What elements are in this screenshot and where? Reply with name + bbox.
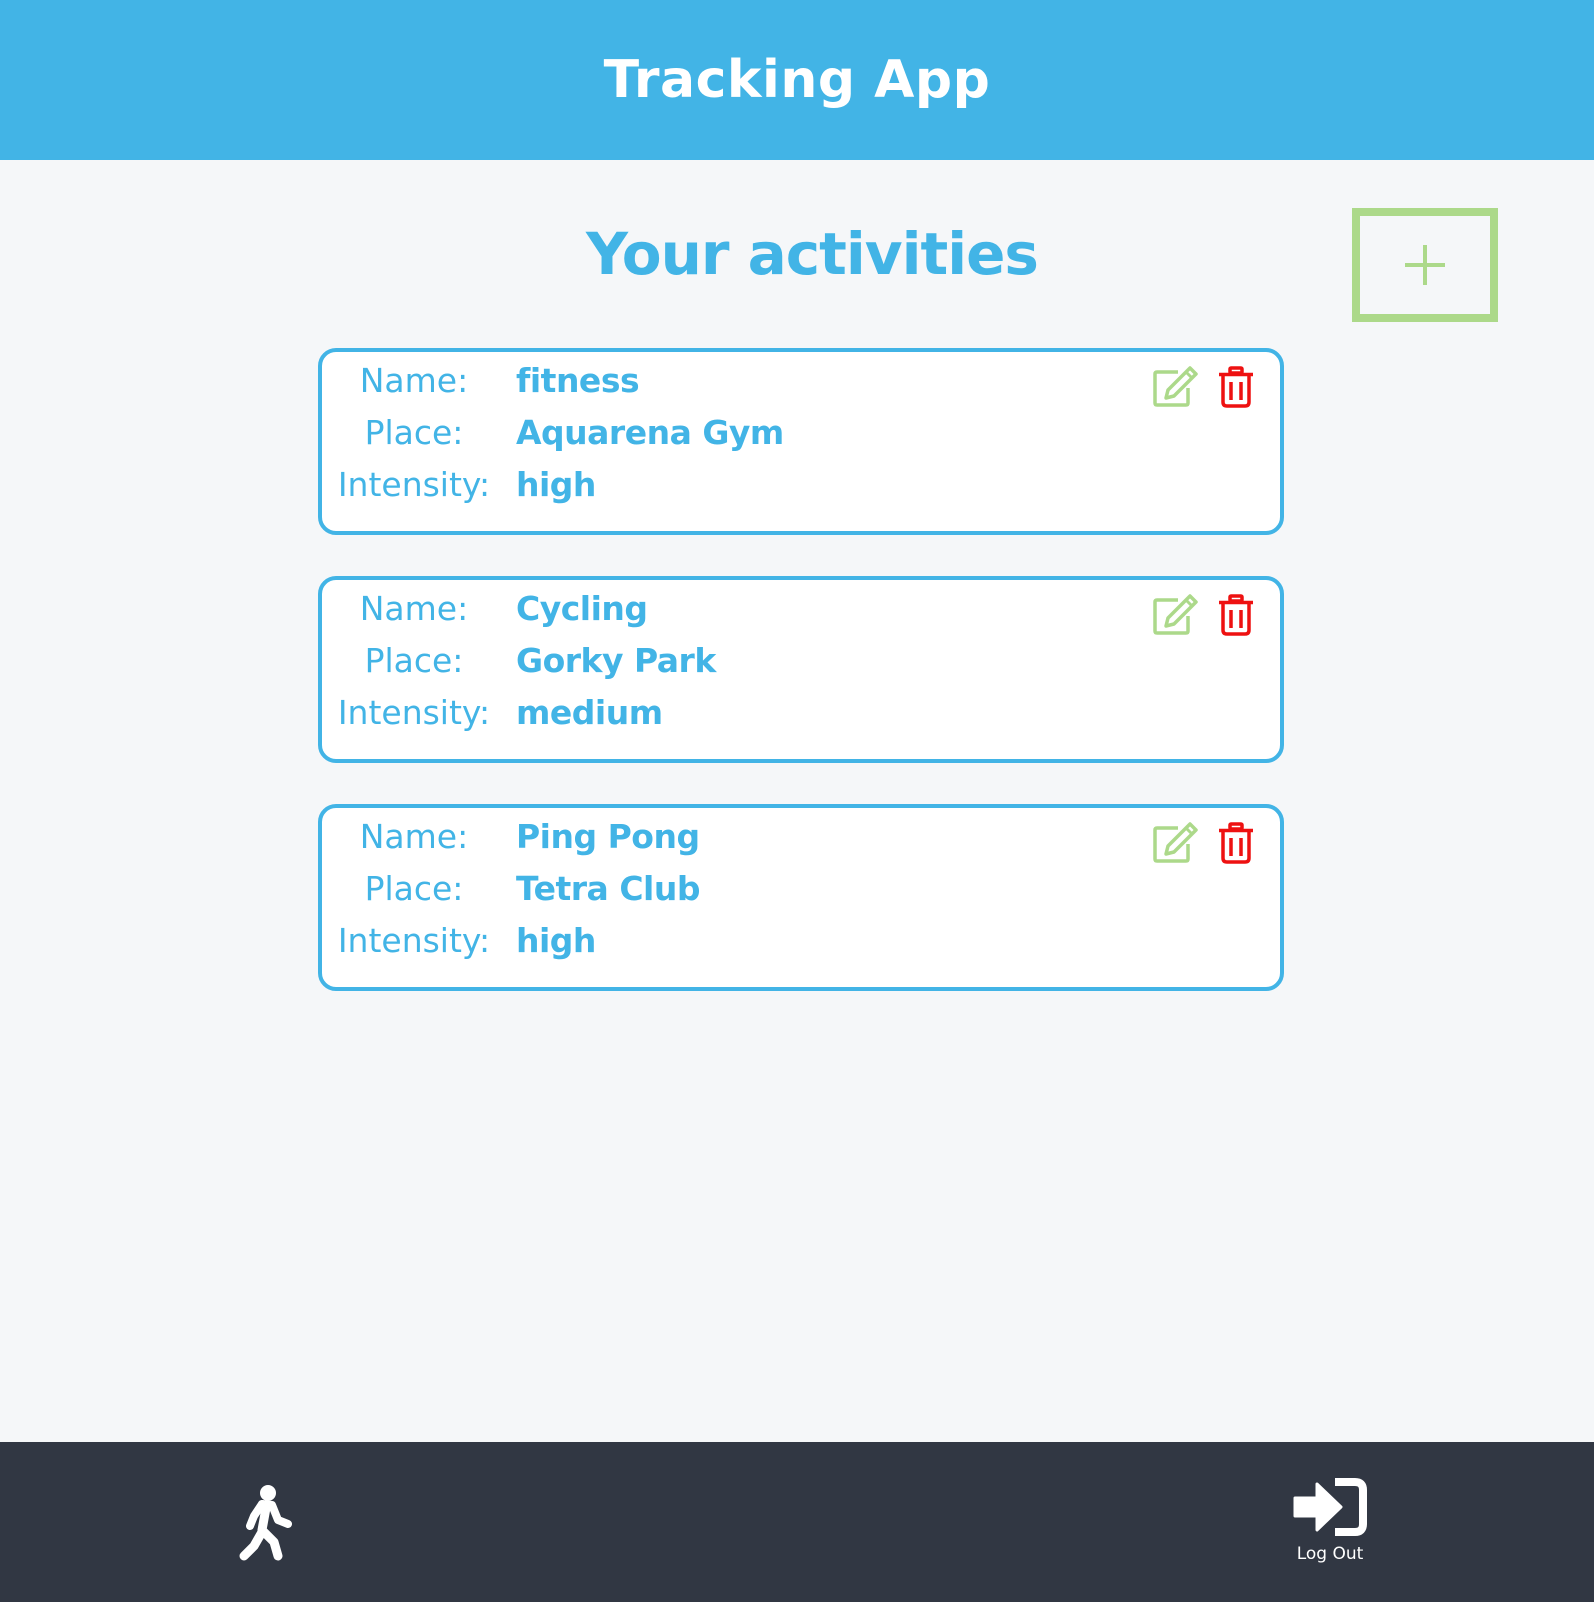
place-label: Place: bbox=[364, 412, 464, 452]
card-actions bbox=[1152, 822, 1254, 864]
edit-icon[interactable] bbox=[1152, 822, 1198, 864]
card-actions bbox=[1152, 366, 1254, 408]
activities-nav-button[interactable] bbox=[232, 1482, 296, 1562]
place-label: Place: bbox=[364, 868, 464, 908]
edit-icon[interactable] bbox=[1152, 594, 1198, 636]
logout-button[interactable]: Log Out bbox=[1282, 1478, 1378, 1578]
activity-intensity-row: Intensity: high bbox=[322, 458, 1082, 510]
activity-name-row: Name: Ping Pong bbox=[322, 810, 1082, 862]
activity-intensity-row: Intensity: high bbox=[322, 914, 1082, 966]
activity-place: Aquarena Gym bbox=[516, 412, 784, 452]
edit-icon[interactable] bbox=[1152, 366, 1198, 408]
activity-list: Name: fitness Place: Aquarena Gym Intens… bbox=[318, 348, 1284, 1032]
activity-name-row: Name: Cycling bbox=[322, 582, 1082, 634]
activity-place: Gorky Park bbox=[516, 640, 716, 680]
activity-intensity: medium bbox=[516, 692, 663, 732]
activity-name-row: Name: fitness bbox=[322, 354, 1082, 406]
app-header: Tracking App bbox=[0, 0, 1594, 160]
activity-card: Name: Cycling Place: Gorky Park Intensit… bbox=[318, 576, 1284, 763]
name-label: Name: bbox=[359, 588, 469, 628]
activity-intensity: high bbox=[516, 464, 596, 504]
plus-icon bbox=[1405, 245, 1445, 285]
trash-icon[interactable] bbox=[1218, 366, 1254, 408]
activity-place: Tetra Club bbox=[516, 868, 700, 908]
activity-intensity-row: Intensity: medium bbox=[322, 686, 1082, 738]
activity-name: Ping Pong bbox=[516, 816, 700, 856]
trash-icon[interactable] bbox=[1218, 594, 1254, 636]
activity-place-row: Place: Aquarena Gym bbox=[322, 406, 1082, 458]
intensity-label: Intensity: bbox=[337, 692, 491, 732]
trash-icon[interactable] bbox=[1218, 822, 1254, 864]
activity-place-row: Place: Gorky Park bbox=[322, 634, 1082, 686]
card-actions bbox=[1152, 594, 1254, 636]
sign-in-arrow-icon bbox=[1293, 1478, 1367, 1536]
intensity-label: Intensity: bbox=[337, 464, 491, 504]
name-label: Name: bbox=[359, 816, 469, 856]
name-label: Name: bbox=[359, 360, 469, 400]
logout-label: Log Out bbox=[1296, 1544, 1364, 1564]
activity-card: Name: Ping Pong Place: Tetra Club Intens… bbox=[318, 804, 1284, 991]
app-title: Tracking App bbox=[603, 50, 991, 110]
activity-place-row: Place: Tetra Club bbox=[322, 862, 1082, 914]
bottom-nav-bar: Log Out bbox=[0, 1442, 1594, 1602]
activity-name: fitness bbox=[516, 360, 640, 400]
add-activity-button[interactable] bbox=[1352, 208, 1498, 322]
activity-name: Cycling bbox=[516, 588, 648, 628]
walking-person-icon bbox=[239, 1485, 292, 1561]
activity-card: Name: fitness Place: Aquarena Gym Intens… bbox=[318, 348, 1284, 535]
intensity-label: Intensity: bbox=[337, 920, 491, 960]
place-label: Place: bbox=[364, 640, 464, 680]
activity-intensity: high bbox=[516, 920, 596, 960]
